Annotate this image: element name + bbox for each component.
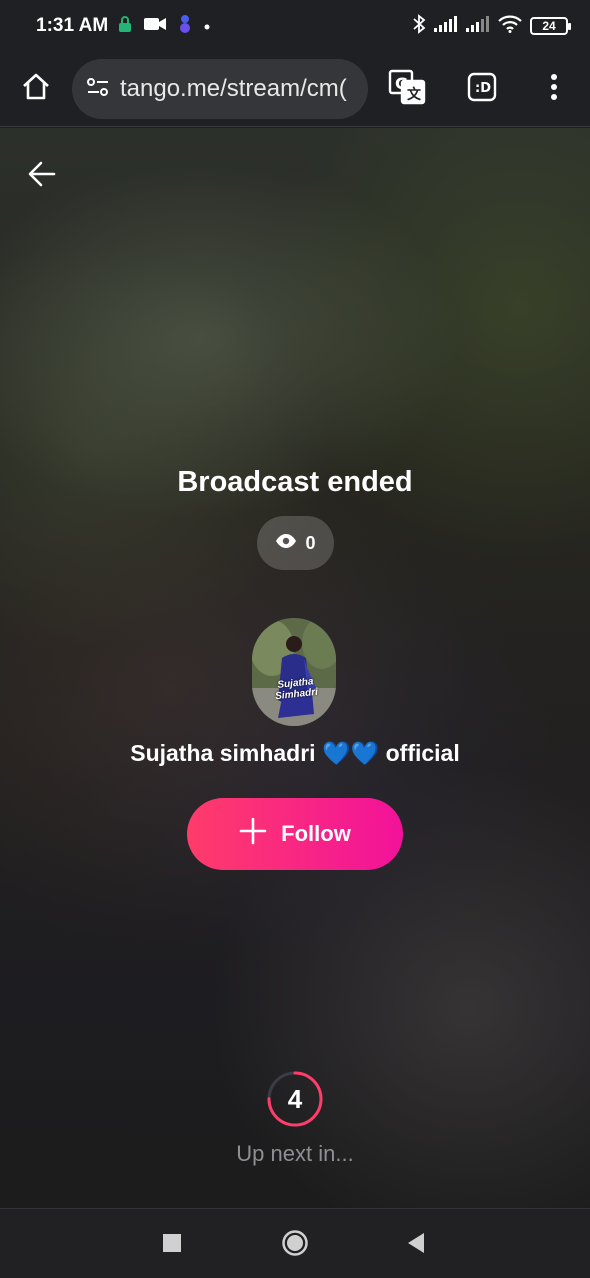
signal-icon — [466, 15, 490, 37]
status-bar: 1:31 AM 24 — [0, 0, 590, 52]
status-time: 1:31 AM — [36, 15, 109, 36]
viewer-count: 0 — [305, 532, 316, 553]
viewer-count-badge: 0 — [257, 516, 334, 570]
back-button[interactable] — [24, 158, 60, 194]
plus-icon — [239, 817, 267, 851]
battery-level: 24 — [542, 19, 556, 33]
home-nav-button[interactable] — [277, 1227, 313, 1263]
video-camera-icon — [144, 17, 167, 36]
svg-text::D: :D — [475, 81, 491, 96]
follow-label: Follow — [281, 821, 351, 846]
signal-icon — [434, 15, 458, 37]
tab-switcher-icon: :D — [467, 72, 497, 107]
menu-button[interactable] — [531, 66, 577, 112]
battery-icon: 24 — [530, 17, 571, 35]
square-icon — [163, 1233, 181, 1257]
avatar-photo — [252, 618, 336, 726]
wifi-icon — [498, 15, 522, 38]
countdown-number: 4 — [287, 1083, 303, 1114]
url-text: tango.me/stream/cm( — [120, 75, 347, 102]
streamer-name: Sujatha simhadri 💙💙 official — [130, 740, 460, 766]
back-nav-button[interactable] — [398, 1227, 434, 1263]
stream-ended-screen: Broadcast ended 0 Sujatha Simhadri Sujat… — [0, 128, 590, 1208]
dot-icon — [204, 17, 210, 35]
tabs-button[interactable]: :D — [459, 66, 505, 112]
url-bar[interactable]: tango.me/stream/cm( — [72, 59, 368, 119]
broadcast-ended-title: Broadcast ended — [177, 466, 413, 498]
system-navigation-bar — [0, 1208, 590, 1278]
app-notification-icon — [178, 14, 192, 39]
back-arrow-icon — [28, 161, 56, 192]
home-icon — [21, 72, 51, 107]
recents-button[interactable] — [154, 1227, 190, 1263]
translate-icon: G文 — [388, 69, 426, 110]
follow-button[interactable]: Follow — [187, 798, 403, 870]
up-next-label: Up next in... — [236, 1141, 354, 1166]
home-button[interactable] — [0, 52, 72, 127]
triangle-back-icon — [406, 1232, 426, 1259]
lock-icon — [118, 15, 132, 38]
translate-button[interactable]: G文 — [384, 66, 430, 112]
more-vert-icon — [550, 73, 558, 106]
bluetooth-icon — [412, 13, 426, 39]
svg-text:文: 文 — [407, 86, 422, 103]
browser-toolbar: tango.me/stream/cm( G文 :D — [0, 52, 590, 127]
site-settings-icon[interactable] — [86, 76, 110, 103]
circle-home-icon — [281, 1229, 309, 1262]
eye-icon — [275, 533, 297, 554]
streamer-avatar[interactable]: Sujatha Simhadri — [252, 618, 336, 726]
